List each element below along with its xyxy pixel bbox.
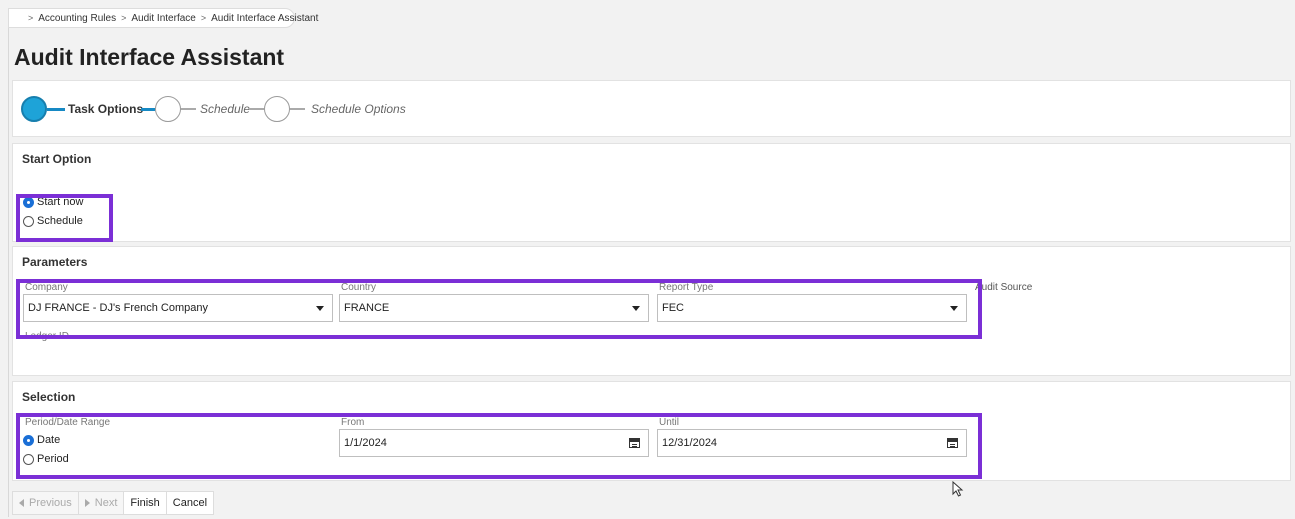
- schedule-label: Schedule: [37, 215, 83, 227]
- radio-checked-icon[interactable]: [23, 434, 34, 446]
- radio-unchecked-icon[interactable]: [23, 453, 34, 465]
- parameters-title: Parameters: [22, 255, 88, 269]
- selection-panel: Selection Period/Date Range Date Period …: [12, 381, 1291, 481]
- step-circle-schedule[interactable]: [155, 96, 181, 122]
- footer-toolbar: Previous Next Finish Cancel: [12, 491, 215, 515]
- period-date-range-label: Period/Date Range: [25, 417, 111, 428]
- chevron-right-icon: >: [200, 13, 207, 23]
- mouse-cursor-icon: [952, 481, 964, 497]
- cancel-button[interactable]: Cancel: [165, 491, 215, 515]
- chevron-right-icon: >: [28, 13, 34, 23]
- start-option-title: Start Option: [22, 152, 92, 166]
- date-label: Date: [37, 434, 61, 446]
- step-circle-task-options[interactable]: [21, 96, 47, 122]
- from-date-value: 1/1/2024: [344, 437, 387, 449]
- step-task-options[interactable]: Task Options: [68, 102, 143, 116]
- company-label: Company: [25, 282, 68, 293]
- company-select[interactable]: DJ FRANCE - DJ's French Company: [23, 294, 333, 322]
- step-schedule-options[interactable]: Schedule Options: [311, 102, 406, 116]
- step-connector: [141, 108, 155, 111]
- caret-down-icon[interactable]: [950, 305, 958, 311]
- step-circle-schedule-options[interactable]: [264, 96, 290, 122]
- start-now-option[interactable]: Start now: [23, 196, 83, 208]
- previous-button[interactable]: Previous: [12, 491, 79, 515]
- start-option-panel: Start Option Start now Schedule: [12, 143, 1291, 242]
- calendar-icon[interactable]: [629, 438, 640, 448]
- wizard-steps: Task Options Schedule Schedule Options: [12, 80, 1291, 137]
- audit-source-label: Audit Source: [975, 282, 1033, 293]
- next-label: Next: [94, 497, 118, 509]
- report-type-select[interactable]: FEC: [657, 294, 967, 322]
- radio-unchecked-icon[interactable]: [23, 215, 34, 227]
- period-option[interactable]: Period: [23, 453, 69, 465]
- step-connector: [290, 108, 305, 110]
- caret-down-icon[interactable]: [632, 305, 640, 311]
- step-connector: [181, 108, 196, 110]
- page-title: Audit Interface Assistant: [14, 44, 285, 70]
- next-button[interactable]: Next: [77, 491, 125, 515]
- period-label: Period: [37, 453, 69, 465]
- country-select[interactable]: FRANCE: [339, 294, 649, 322]
- from-label: From: [341, 417, 365, 428]
- breadcrumb-item-current: Audit Interface Assistant: [211, 12, 319, 24]
- step-connector: [47, 108, 65, 111]
- finish-button[interactable]: Finish: [123, 491, 167, 515]
- arrow-left-icon: [19, 499, 24, 507]
- date-option[interactable]: Date: [23, 434, 60, 446]
- parameters-panel: Parameters Company DJ FRANCE - DJ's Fren…: [12, 246, 1291, 376]
- company-value: DJ FRANCE - DJ's French Company: [28, 302, 208, 314]
- step-connector: [250, 108, 264, 110]
- calendar-icon[interactable]: [947, 438, 958, 448]
- step-schedule[interactable]: Schedule: [200, 102, 250, 116]
- country-value: FRANCE: [344, 302, 390, 314]
- until-date-value: 12/31/2024: [662, 437, 718, 449]
- caret-down-icon[interactable]: [316, 305, 324, 311]
- breadcrumb-item-accounting-rules[interactable]: Accounting Rules: [38, 13, 116, 24]
- breadcrumb: > Accounting Rules > Audit Interface > A…: [8, 8, 318, 28]
- from-date-input[interactable]: 1/1/2024: [339, 429, 649, 457]
- report-type-label: Report Type: [659, 282, 714, 293]
- arrow-right-icon: [84, 499, 90, 507]
- selection-title: Selection: [22, 390, 76, 404]
- until-label: Until: [659, 417, 680, 428]
- radio-checked-icon[interactable]: [23, 196, 34, 208]
- chevron-right-icon: >: [121, 13, 127, 23]
- ledger-id-label: Ledger ID: [25, 331, 69, 342]
- schedule-option[interactable]: Schedule: [23, 215, 83, 227]
- report-type-value: FEC: [662, 302, 684, 314]
- start-now-label: Start now: [37, 196, 84, 208]
- until-date-input[interactable]: 12/31/2024: [657, 429, 967, 457]
- previous-label: Previous: [29, 497, 72, 509]
- breadcrumb-item-audit-interface[interactable]: Audit Interface: [131, 13, 195, 24]
- country-label: Country: [341, 282, 377, 293]
